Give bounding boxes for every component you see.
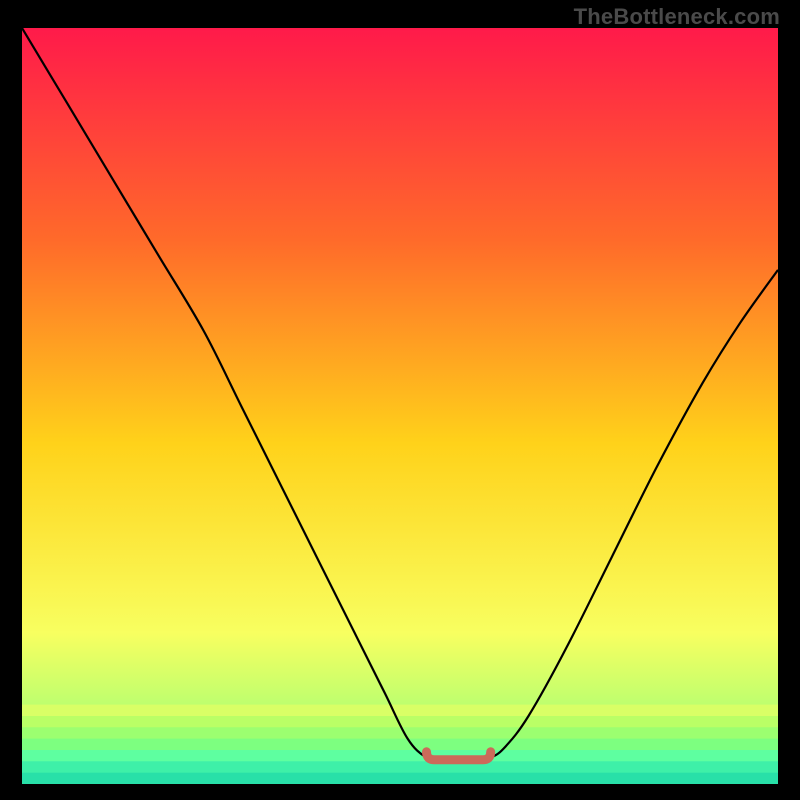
green-bands	[22, 705, 778, 784]
chart-frame: TheBottleneck.com	[0, 0, 800, 800]
gradient-background	[22, 28, 778, 784]
bottleneck-chart	[22, 28, 778, 784]
plot-area	[22, 28, 778, 784]
watermark-text: TheBottleneck.com	[574, 4, 780, 30]
